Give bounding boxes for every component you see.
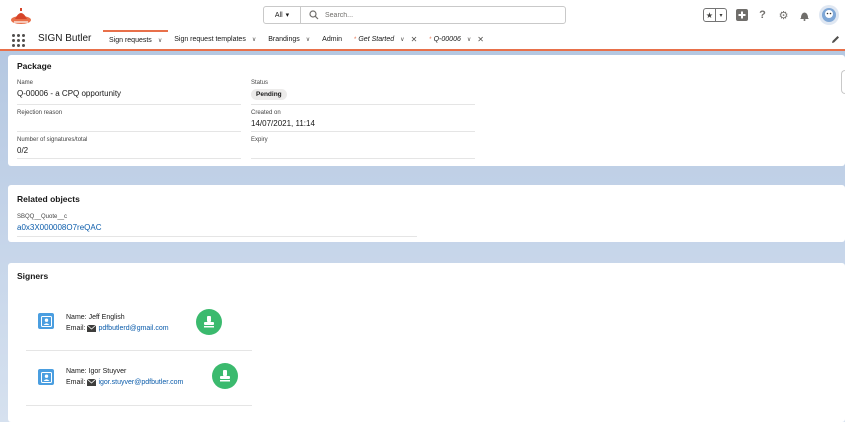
- chevron-down-icon[interactable]: ∨: [306, 36, 310, 43]
- signer-row: Name: Jeff English Email: pdfbutlerd@gma…: [26, 309, 252, 367]
- search-scope-label: All: [274, 11, 283, 19]
- signatures-label: Number of signatures/total: [17, 137, 88, 143]
- email-prefix: Email:: [66, 325, 86, 332]
- rejection-reason-value: [17, 119, 62, 130]
- name-prefix: Name:: [66, 368, 87, 375]
- contact-icon: [38, 369, 54, 385]
- nav-item-label: Brandings: [268, 36, 300, 43]
- stamp-icon[interactable]: [196, 309, 222, 335]
- email-prefix: Email:: [66, 379, 86, 386]
- quote-label: SBQQ__Quote__c: [17, 214, 68, 220]
- signer-name: Name: Jeff English: [66, 314, 125, 321]
- chevron-down-icon[interactable]: ∨: [400, 36, 404, 43]
- rejection-reason-field: Rejection reason: [17, 110, 62, 130]
- global-header: All ▾ ★ ▾ ? ⚙: [0, 0, 845, 30]
- expiry-field: Expiry: [251, 137, 268, 157]
- signers-card: Signers Name: Jeff English Email: pdfbut…: [8, 263, 845, 422]
- unsaved-marker-icon: *: [429, 36, 432, 43]
- signatures-value: 0/2: [17, 146, 29, 155]
- nav-item-brandings[interactable]: Brandings ∨: [262, 30, 316, 49]
- nav-tab-get-started[interactable]: * Get Started ∨ ✕: [348, 30, 423, 49]
- close-icon[interactable]: ✕: [411, 35, 418, 44]
- close-icon[interactable]: ✕: [477, 35, 484, 44]
- nav-item-label: Sign requests: [109, 37, 152, 44]
- chevron-down-icon: ▾: [285, 12, 290, 19]
- signer-name: Name: Igor Stuyver: [66, 368, 126, 375]
- status-label: Status: [251, 80, 269, 86]
- rejection-reason-label: Rejection reason: [17, 110, 63, 116]
- name-label: Name: [17, 80, 34, 86]
- butler-logo-icon[interactable]: [10, 5, 32, 25]
- search-input[interactable]: [325, 11, 555, 19]
- name-value: Q-00006 - a CPQ opportunity: [17, 89, 122, 98]
- signer-row: Name: Igor Stuyver Email: igor.stuyver@p…: [26, 363, 252, 422]
- global-search: All ▾: [263, 6, 566, 24]
- app-nav-bar: SIGN Butler Sign requests ∨ Sign request…: [0, 30, 845, 51]
- search-icon: [309, 10, 319, 20]
- nav-item-sign-request-templates[interactable]: Sign request templates ∨: [168, 30, 262, 49]
- signer-email-link[interactable]: pdfbutlerd@gmail.com: [98, 325, 168, 332]
- name-field: Name Q-00006 - a CPQ opportunity: [17, 80, 121, 100]
- signatures-field: Number of signatures/total 0/2: [17, 137, 87, 157]
- nav-item-label: Admin: [322, 36, 343, 43]
- chevron-down-icon[interactable]: ∨: [158, 37, 162, 44]
- quote-field: SBQQ__Quote__c a0x3X000008O7reQAC: [17, 214, 102, 234]
- nav-item-label: Q-00006: [433, 36, 461, 43]
- related-objects-card: Related objects SBQQ__Quote__c a0x3X0000…: [8, 185, 845, 242]
- chevron-down-icon[interactable]: ∨: [467, 36, 471, 43]
- signer-name-value: Jeff English: [88, 314, 125, 321]
- nav-tab-q-00006[interactable]: * Q-00006 ∨ ✕: [423, 30, 490, 49]
- status-badge: Pending: [251, 89, 287, 100]
- help-icon[interactable]: ?: [756, 9, 769, 22]
- signer-email: Email: pdfbutlerd@gmail.com: [66, 325, 169, 332]
- package-card-title: Package: [17, 61, 52, 71]
- search-scope-dropdown[interactable]: All ▾: [264, 7, 301, 23]
- star-icon[interactable]: ★: [704, 9, 715, 21]
- header-utility-icons: ★ ▾ ? ⚙: [703, 5, 839, 25]
- notification-bell-icon[interactable]: [798, 9, 811, 22]
- expiry-label: Expiry: [251, 137, 268, 143]
- signer-email-link[interactable]: igor.stuyver@pdfbutler.com: [98, 379, 183, 386]
- created-on-label: Created on: [251, 110, 281, 116]
- app-launcher-icon[interactable]: [12, 34, 25, 47]
- global-actions-plus-icon[interactable]: [735, 9, 748, 22]
- nav-item-admin[interactable]: Admin: [316, 30, 348, 49]
- envelope-icon: [87, 325, 97, 332]
- side-panel-handle[interactable]: [841, 70, 845, 94]
- app-name: SIGN Butler: [38, 33, 92, 44]
- nav-item-label: Sign request templates: [174, 36, 246, 43]
- package-card: Package Name Q-00006 - a CPQ opportunity…: [8, 55, 845, 166]
- edit-nav-pencil-icon[interactable]: [831, 35, 840, 44]
- unsaved-marker-icon: *: [354, 36, 357, 43]
- related-objects-title: Related objects: [17, 194, 80, 204]
- status-field: Status Pending: [251, 80, 287, 100]
- expiry-value: [251, 146, 268, 157]
- signers-title: Signers: [17, 271, 49, 281]
- gear-icon[interactable]: ⚙: [777, 9, 790, 22]
- created-on-value: 14/07/2021, 11:14: [251, 119, 315, 128]
- favorites-list-chevron-icon[interactable]: ▾: [715, 9, 726, 21]
- created-on-field: Created on 14/07/2021, 11:14: [251, 110, 315, 130]
- signer-email: Email: igor.stuyver@pdfbutler.com: [66, 379, 183, 386]
- nav-items: Sign requests ∨ Sign request templates ∨…: [103, 30, 490, 49]
- user-avatar[interactable]: [819, 5, 839, 25]
- name-prefix: Name:: [66, 314, 87, 321]
- nav-item-sign-requests[interactable]: Sign requests ∨: [103, 30, 169, 49]
- favorites-button[interactable]: ★ ▾: [703, 8, 727, 22]
- signer-name-value: Igor Stuyver: [88, 368, 127, 375]
- quote-link[interactable]: a0x3X000008O7reQAC: [17, 223, 102, 234]
- envelope-icon: [87, 379, 97, 386]
- nav-item-label: Get Started: [358, 36, 395, 43]
- contact-icon: [38, 313, 54, 329]
- chevron-down-icon[interactable]: ∨: [252, 36, 256, 43]
- stamp-icon[interactable]: [212, 363, 238, 389]
